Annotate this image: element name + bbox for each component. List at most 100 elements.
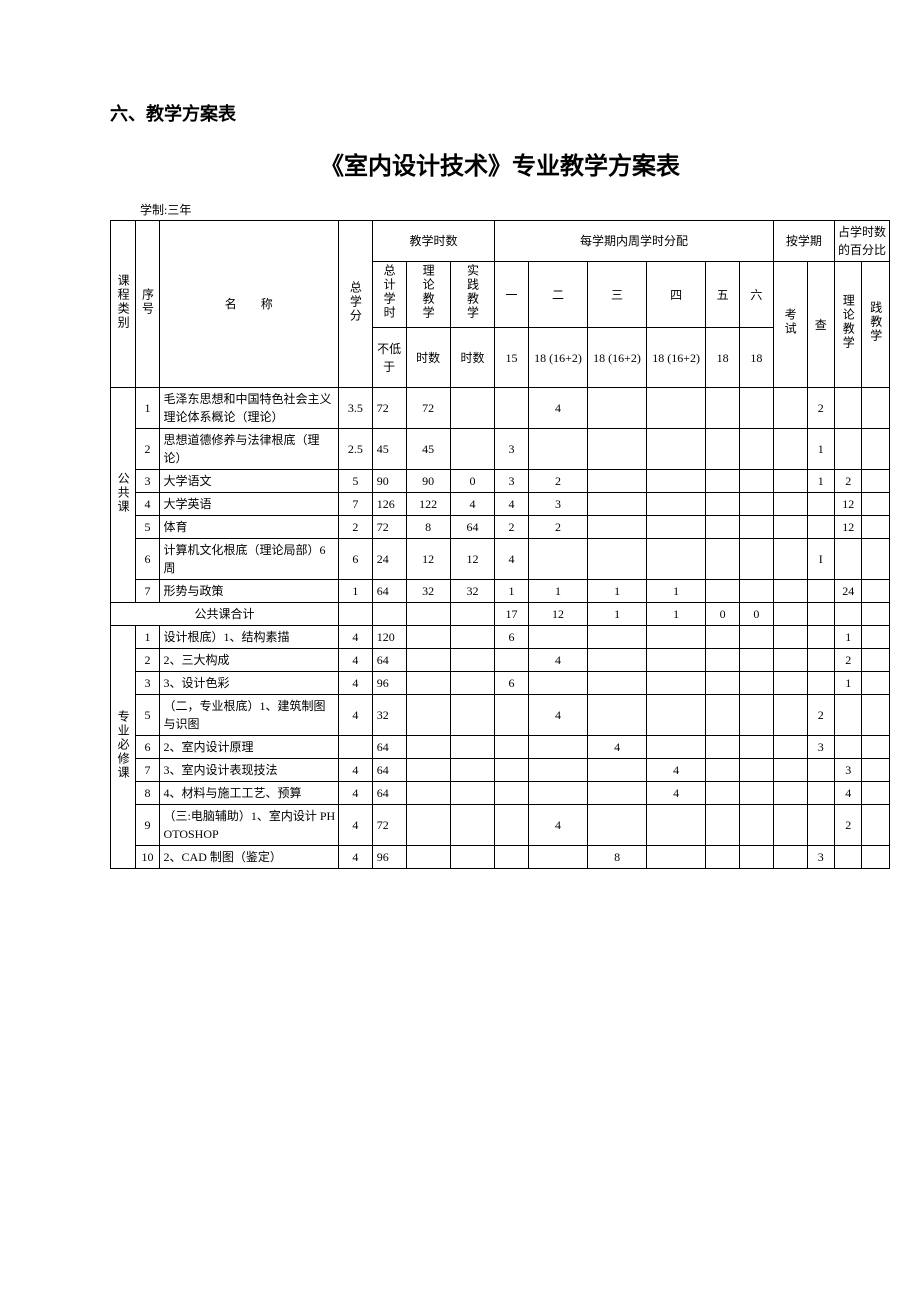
col-sem6: 六 [739, 262, 773, 328]
cell [588, 759, 647, 782]
cell [739, 626, 773, 649]
cell [706, 782, 740, 805]
cell: 思想道德修养与法律根底（理论） [159, 429, 338, 470]
cell: 4 [495, 539, 529, 580]
cell [647, 649, 706, 672]
cell [588, 470, 647, 493]
cell [450, 846, 494, 869]
cell: 1 [136, 626, 159, 649]
cell [406, 782, 450, 805]
cell [450, 649, 494, 672]
cell: 1 [647, 603, 706, 626]
table-row: 6 2、室内设计原理 64 4 3 [111, 736, 890, 759]
cell [862, 470, 890, 493]
cell [706, 539, 740, 580]
cat-required: 专业必修课 [114, 710, 132, 780]
cell: 8 [136, 782, 159, 805]
cell: 2.5 [338, 429, 372, 470]
cell [706, 493, 740, 516]
cell: 2、CAD 制图（鉴定） [159, 846, 338, 869]
cell [450, 388, 494, 429]
cell [706, 649, 740, 672]
cell: 2 [835, 470, 862, 493]
cell: 4 [528, 805, 587, 846]
cell: 4 [647, 782, 706, 805]
cell: 4 [588, 736, 647, 759]
cell [706, 695, 740, 736]
cell: 4 [338, 626, 372, 649]
w15: 15 [495, 328, 529, 388]
cell [862, 493, 890, 516]
cell: 0 [706, 603, 740, 626]
col-total-hours: 总计学时 [380, 264, 398, 320]
cell [706, 516, 740, 539]
cell [862, 626, 890, 649]
cell [495, 805, 529, 846]
cell: 4 [528, 388, 587, 429]
cell: 6 [136, 539, 159, 580]
cell [495, 649, 529, 672]
cell [862, 429, 890, 470]
cell [528, 672, 587, 695]
cell: 4 [338, 782, 372, 805]
cell: 1 [647, 580, 706, 603]
table-row: 专业必修课 1 设计根底）1、结构素描 4 120 6 1 [111, 626, 890, 649]
col-practice-pct: 践教学 [867, 301, 885, 343]
cell: 32 [372, 695, 406, 736]
cell [706, 626, 740, 649]
cell [739, 805, 773, 846]
cell: 17 [495, 603, 529, 626]
cell [807, 759, 834, 782]
cell: 64 [372, 580, 406, 603]
col-teach-hours: 教学时数 [372, 221, 494, 262]
col-practice-teach: 实践教学 [463, 264, 481, 320]
w18a: 18 (16+2) [528, 328, 587, 388]
col-hours-1: 时数 [406, 328, 450, 388]
w18b: 18 (16+2) [588, 328, 647, 388]
cell: 12 [835, 493, 862, 516]
cell [706, 429, 740, 470]
cell: 4 [528, 695, 587, 736]
cell [773, 470, 807, 493]
cell [647, 493, 706, 516]
cell: 2 [136, 429, 159, 470]
table-row: 3 大学语文 5 90 90 0 3 2 1 2 [111, 470, 890, 493]
cell [862, 603, 890, 626]
cell: 6 [495, 672, 529, 695]
table-row: 2 思想道德修养与法律根底（理论） 2.5 45 45 3 1 [111, 429, 890, 470]
cell [773, 580, 807, 603]
cell: 4 [338, 846, 372, 869]
cell [773, 736, 807, 759]
cell [495, 782, 529, 805]
cell [528, 429, 587, 470]
cell [807, 516, 834, 539]
cell [528, 626, 587, 649]
cell: 4 [338, 805, 372, 846]
cell: 公共课合计 [111, 603, 339, 626]
cell: 3.5 [338, 388, 372, 429]
cell: （三:电脑辅助）1、室内设计 PHOTOSHOP [159, 805, 338, 846]
cell: 2 [835, 805, 862, 846]
cell [450, 805, 494, 846]
cell: 5 [136, 695, 159, 736]
cell [835, 846, 862, 869]
cell [773, 759, 807, 782]
cell: 24 [372, 539, 406, 580]
cell [406, 805, 450, 846]
cell [647, 470, 706, 493]
cell [739, 388, 773, 429]
cell: 72 [372, 805, 406, 846]
cell: 12 [835, 516, 862, 539]
cell: 2 [807, 695, 834, 736]
cell [807, 493, 834, 516]
cell [450, 429, 494, 470]
cell [739, 672, 773, 695]
cell: 4 [647, 759, 706, 782]
cell: 4 [835, 782, 862, 805]
meta-study-system: 学制:三年 [140, 201, 890, 218]
section-heading: 六、教学方案表 [110, 100, 890, 126]
cell: 1 [588, 603, 647, 626]
cell: 7 [338, 493, 372, 516]
col-per-semester: 每学期内周学时分配 [495, 221, 774, 262]
cell [739, 470, 773, 493]
